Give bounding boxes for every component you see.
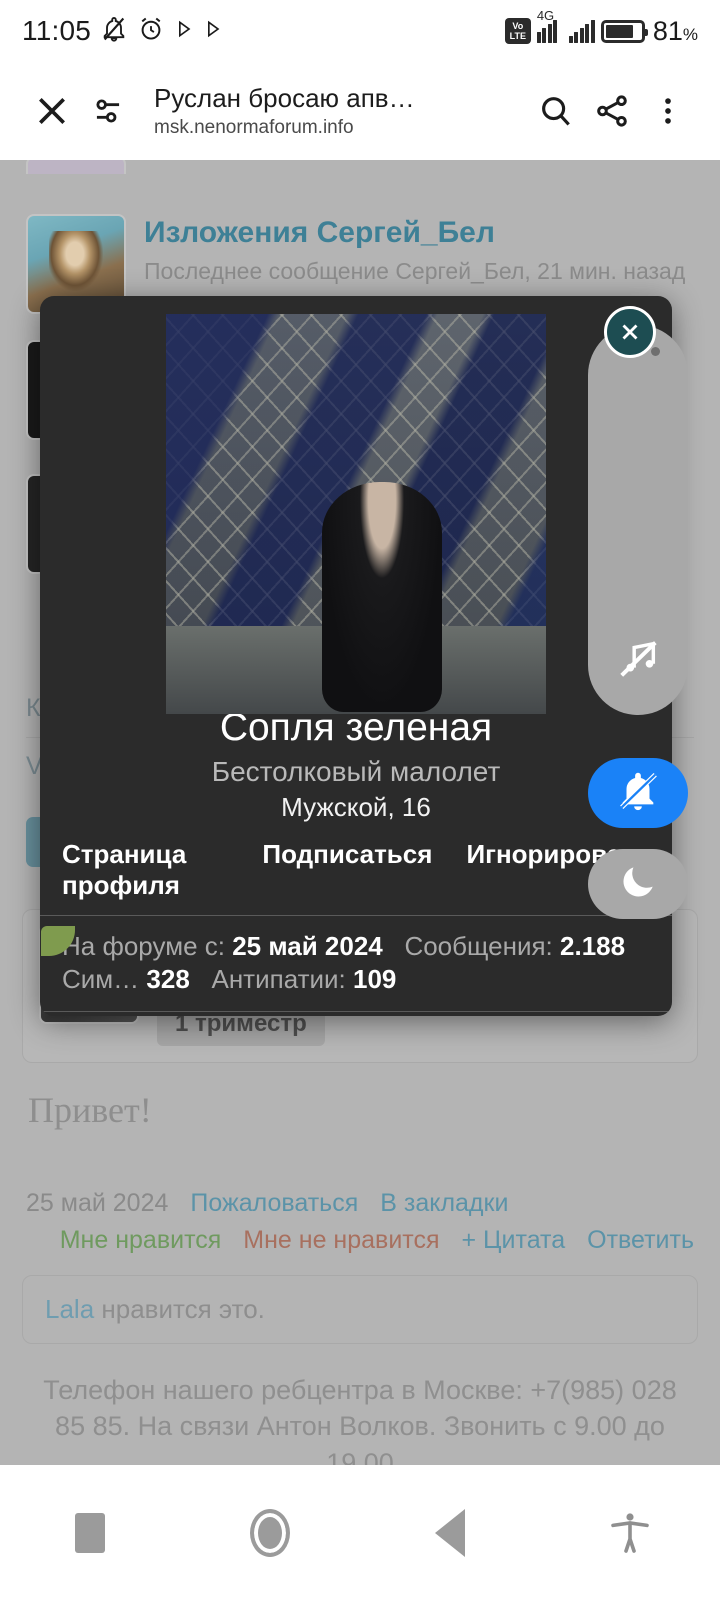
do-not-disturb-button[interactable] <box>588 849 688 919</box>
thread-title[interactable]: Изложения Сергей_Бел <box>144 216 685 250</box>
profile-activity: Последняя активность Сопля зеленая: Смот… <box>40 1012 672 1016</box>
volte-top: Vo <box>512 21 524 31</box>
profile-photo-person <box>321 482 442 712</box>
profile-modal: Сопля зеленая Бестолковый малолет Мужско… <box>40 296 672 1016</box>
post-actions: 25 май 2024 Пожаловаться В закладки Мне … <box>0 1189 720 1255</box>
floating-panel[interactable] <box>588 325 688 715</box>
profile-links: Страница профиля Подписаться Игнорироват… <box>40 823 672 916</box>
joined-value: 25 май 2024 <box>232 931 383 961</box>
alarm-clock-icon <box>137 15 165 48</box>
close-icon[interactable] <box>604 306 656 358</box>
messages-value: 2.188 <box>560 931 626 961</box>
antipathy-value: 109 <box>353 964 397 995</box>
post-actions-row-1: 25 май 2024 Пожаловаться В закладки <box>26 1189 694 1218</box>
home-circle-icon[interactable] <box>225 1488 315 1578</box>
back-triangle-icon[interactable] <box>405 1488 495 1578</box>
profile-photo <box>166 314 546 714</box>
more-vert-icon[interactable] <box>640 83 696 139</box>
signal-bars-primary-icon: 4G <box>536 8 563 43</box>
post-body: Привет! <box>28 1090 152 1130</box>
volte-badge-icon: Vo LTE <box>504 18 531 44</box>
recents-square-icon[interactable] <box>45 1488 135 1578</box>
sympathy-label: Сим… <box>62 964 140 995</box>
reply-link[interactable]: Ответить <box>587 1226 694 1255</box>
page-title-block[interactable]: Руслан бросаю апв… msk.nenormaforum.info <box>136 83 528 139</box>
bookmark-link[interactable]: В закладки <box>380 1189 508 1218</box>
search-icon[interactable] <box>528 83 584 139</box>
likes-user-link[interactable]: Lala <box>45 1294 94 1324</box>
joined-label: На форуме с: <box>62 931 225 961</box>
likes-text: нравится это. <box>94 1294 265 1324</box>
thread-thumbnail <box>26 160 126 174</box>
volte-bottom: LTE <box>509 31 526 41</box>
play-triangle-icon <box>203 19 223 44</box>
tune-icon[interactable] <box>80 83 136 139</box>
follow-link[interactable]: Подписаться <box>262 839 432 901</box>
share-icon[interactable] <box>584 83 640 139</box>
play-triangle-icon <box>174 19 194 44</box>
status-time: 11:05 <box>22 15 91 46</box>
profile-stats: На форуме с: 25 май 2024 Сообщения: 2.18… <box>40 916 672 1012</box>
android-nav-bar <box>0 1465 720 1600</box>
report-link[interactable]: Пожаловаться <box>190 1189 358 1218</box>
likes-box: Lala нравится это. <box>22 1275 698 1344</box>
post-actions-row-2: Мне нравится Мне не нравится + Цитата От… <box>26 1226 694 1255</box>
status-bar-left: 11:05 <box>22 15 223 48</box>
bell-off-icon <box>615 768 661 819</box>
signal-bars-secondary-icon <box>568 19 595 43</box>
status-bar-right: Vo LTE 4G 81% <box>504 8 698 47</box>
profile-page-link[interactable]: Страница профиля <box>62 839 228 901</box>
quote-link[interactable]: + Цитата <box>462 1226 566 1255</box>
profile-gender-age: Мужской, 16 <box>281 792 431 822</box>
bell-off-icon <box>100 15 128 48</box>
footer-note: Телефон нашего ребцентра в Москве: +7(98… <box>43 1375 677 1465</box>
page-title: Руслан бросаю апв… <box>154 83 415 113</box>
page-url: msk.nenormaforum.info <box>154 117 354 138</box>
post-date: 25 май 2024 <box>26 1189 169 1217</box>
notifications-off-button[interactable] <box>588 758 688 828</box>
music-note-off-icon[interactable] <box>615 636 661 687</box>
battery-icon <box>600 19 648 43</box>
status-bar: 11:05 Vo LTE 4G 81% <box>0 0 720 62</box>
crescent-moon-icon <box>616 860 660 909</box>
network-type-label: 4G <box>536 8 555 23</box>
thread-last-message: Последнее сообщение Сергей_Бел, 21 мин. … <box>144 257 686 284</box>
thread-row-partial[interactable] <box>0 160 720 174</box>
like-link[interactable]: Мне нравится <box>60 1226 222 1255</box>
profile-rank: Бестолковый малолет <box>211 756 501 787</box>
antipathy-label: Антипатии: <box>211 964 346 995</box>
browser-toolbar: Руслан бросаю апв… msk.nenormaforum.info <box>0 62 720 160</box>
messages-label: Сообщения: <box>404 931 553 961</box>
battery-percent: 81% <box>652 15 698 46</box>
sympathy-value: 328 <box>146 964 190 995</box>
close-icon[interactable] <box>24 83 80 139</box>
accessibility-icon[interactable] <box>585 1488 675 1578</box>
dislike-link[interactable]: Мне не нравится <box>243 1226 439 1255</box>
